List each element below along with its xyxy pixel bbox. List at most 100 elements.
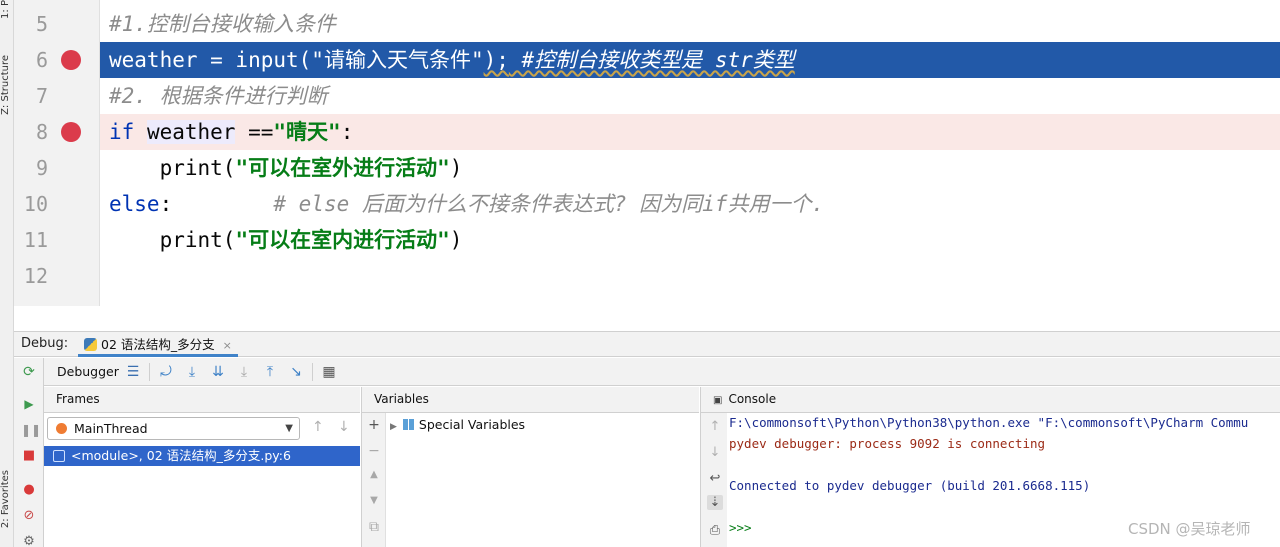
debug-tab-bar: Debug: 02 语法结构_多分支 × [14, 331, 1280, 357]
console-line: Connected to pydev debugger (build 201.6… [729, 478, 1091, 493]
soft-wrap-icon[interactable]: ↩ [707, 471, 723, 486]
code-line-8[interactable]: 8 if weather =="晴天": [14, 114, 1280, 150]
close-icon[interactable]: × [223, 339, 232, 352]
python-icon [84, 338, 97, 351]
string-literal: "可以在室内进行活动" [235, 228, 450, 252]
code-plain: print( [109, 156, 236, 180]
breakpoint-icon[interactable] [61, 122, 81, 142]
step-into-my-code-icon[interactable]: ⤓ [235, 363, 253, 381]
code-plain: ) [449, 156, 463, 180]
console-side-toolbar: ↑ ↓ ↩ ⇣ ⎙ [700, 413, 727, 547]
comment: #1.控制台接收输入条件 [109, 12, 336, 36]
code-line-7[interactable]: 7 #2. 根据条件进行判断 [14, 78, 1280, 114]
code-line-5[interactable]: 5 #1.控制台接收输入条件 [14, 6, 1280, 42]
scroll-up-icon[interactable]: ↑ [707, 419, 723, 434]
console-prompt[interactable]: >>> [729, 519, 752, 537]
thread-selector[interactable]: MainThread ▼ [47, 417, 300, 440]
structure-tool-tab[interactable]: Z: Structure [0, 55, 14, 115]
comment: #2. 根据条件进行判断 [109, 84, 328, 108]
move-up-icon[interactable]: ▲ [367, 469, 381, 480]
show-execution-point-icon[interactable]: ⤾ [157, 363, 175, 381]
keyword: if [109, 120, 135, 144]
code-plain: == [235, 120, 274, 144]
line-number: 5 [35, 12, 48, 36]
code-plain: print( [109, 228, 236, 252]
pause-icon[interactable]: ❚❚ [21, 422, 41, 438]
code-plain: weather = input( [109, 48, 312, 72]
identifier-highlight: weather [146, 120, 236, 144]
debug-session-tab[interactable]: 02 语法结构_多分支 × [78, 332, 238, 357]
code-plain: ); [483, 48, 509, 72]
line-number: 11 [23, 228, 48, 252]
variables-panel: ▶ Special Variables [386, 413, 699, 547]
debugger-toolbar: Debugger ☰ ⤾ ⤓ ⇊ ⤓ ⤒ ↘ ▦ [44, 358, 1280, 386]
scroll-down-icon[interactable]: ↓ [707, 445, 723, 460]
keyword: else [109, 192, 160, 216]
console-line: F:\commonsoft\Python\Python38\python.exe… [729, 415, 1249, 430]
line-number: 7 [35, 84, 48, 108]
special-variables-node[interactable]: ▶ Special Variables [390, 416, 525, 436]
variables-panel-header: Variables [361, 387, 699, 413]
code-plain: : [159, 192, 173, 216]
line-number: 10 [23, 192, 48, 216]
string-literal: "请输入天气条件" [311, 48, 484, 72]
code-line-11[interactable]: 11 print("可以在室内进行活动") [14, 222, 1280, 258]
variables-title: Variables [374, 392, 429, 406]
frames-panel-header: Frames [44, 387, 360, 413]
variables-group-icon [402, 419, 414, 430]
code-text: print("可以在室外进行活动") [109, 150, 463, 186]
code-text: #2. 根据条件进行判断 [109, 78, 328, 114]
step-into-icon[interactable]: ⇊ [209, 363, 227, 381]
resume-icon[interactable]: ▶ [21, 396, 37, 412]
favorites-tool-tab[interactable]: 2: Favorites [0, 470, 14, 528]
line-number: 8 [35, 120, 48, 144]
stop-icon[interactable]: ■ [21, 448, 37, 464]
code-plain: : [340, 120, 354, 144]
code-text: weather = input("请输入天气条件"); #控制台接收类型是 st… [109, 42, 795, 78]
print-icon[interactable]: ⎙ [707, 523, 723, 538]
step-over-icon[interactable]: ⤓ [183, 363, 201, 381]
settings-icon[interactable]: ⚙ [21, 534, 37, 547]
step-out-icon[interactable]: ⤒ [261, 363, 279, 381]
toolbar-separator [312, 363, 313, 381]
code-line-6[interactable]: 6 weather = input("请输入天气条件"); #控制台接收类型是 … [14, 42, 1280, 78]
run-to-cursor-icon[interactable]: ↘ [287, 363, 305, 381]
move-down-icon[interactable]: ▼ [367, 495, 381, 506]
console-line: pydev debugger: process 9092 is connecti… [729, 436, 1046, 451]
code-text: print("可以在室内进行活动") [109, 222, 463, 258]
left-tool-strip: 1: P Z: Structure 2: Favorites [0, 0, 14, 547]
code-editor[interactable]: 5 #1.控制台接收输入条件 6 weather = input("请输入天气条… [14, 0, 1280, 306]
console-panel-header[interactable]: ▣ Console [700, 387, 1280, 413]
project-tool-tab[interactable]: 1: P [0, 0, 14, 19]
comment: # else 后面为什么不接条件表达式? 因为同if共用一个. [172, 192, 825, 216]
add-watch-icon[interactable]: + [367, 417, 381, 433]
watermark: CSDN @吴琼老师 [1128, 520, 1251, 538]
previous-frame-icon[interactable]: ↑ [312, 419, 324, 435]
next-frame-icon[interactable]: ↓ [338, 419, 350, 435]
breakpoint-icon[interactable] [61, 50, 81, 70]
scroll-to-end-icon[interactable]: ⇣ [707, 495, 723, 510]
frames-panel: MainThread ▼ ↑ ↓ <module>, 02 语法结构_多分支.p… [44, 413, 360, 547]
view-breakpoints-icon[interactable]: ● [21, 482, 37, 498]
chevron-down-icon: ▼ [285, 423, 293, 434]
evaluate-expression-icon[interactable]: ▦ [320, 363, 338, 381]
line-number: 9 [35, 156, 48, 180]
code-line-10[interactable]: 10 else: # else 后面为什么不接条件表达式? 因为同if共用一个. [14, 186, 1280, 222]
line-number: 12 [23, 264, 48, 288]
debug-label: Debug: [21, 336, 69, 351]
code-text: #1.控制台接收输入条件 [109, 6, 336, 42]
menu-icon[interactable]: ☰ [124, 363, 142, 381]
copy-icon[interactable]: ⧉ [367, 519, 381, 535]
remove-watch-icon[interactable]: − [367, 443, 381, 459]
thread-status-icon [56, 423, 67, 434]
mute-breakpoints-icon[interactable]: ⊘ [21, 508, 37, 524]
code-line-12[interactable]: 12 [14, 258, 1280, 294]
line-number: 6 [35, 48, 48, 72]
debugger-tab[interactable]: Debugger [57, 364, 119, 379]
comment: #控制台接收类型是 str类型 [508, 48, 795, 72]
code-line-9[interactable]: 9 print("可以在室外进行活动") [14, 150, 1280, 186]
expand-arrow-icon[interactable]: ▶ [390, 422, 397, 432]
console-icon: ▣ [713, 395, 723, 406]
stack-frame-row[interactable]: <module>, 02 语法结构_多分支.py:6 [44, 446, 360, 466]
rerun-icon[interactable]: ⟳ [21, 364, 37, 380]
